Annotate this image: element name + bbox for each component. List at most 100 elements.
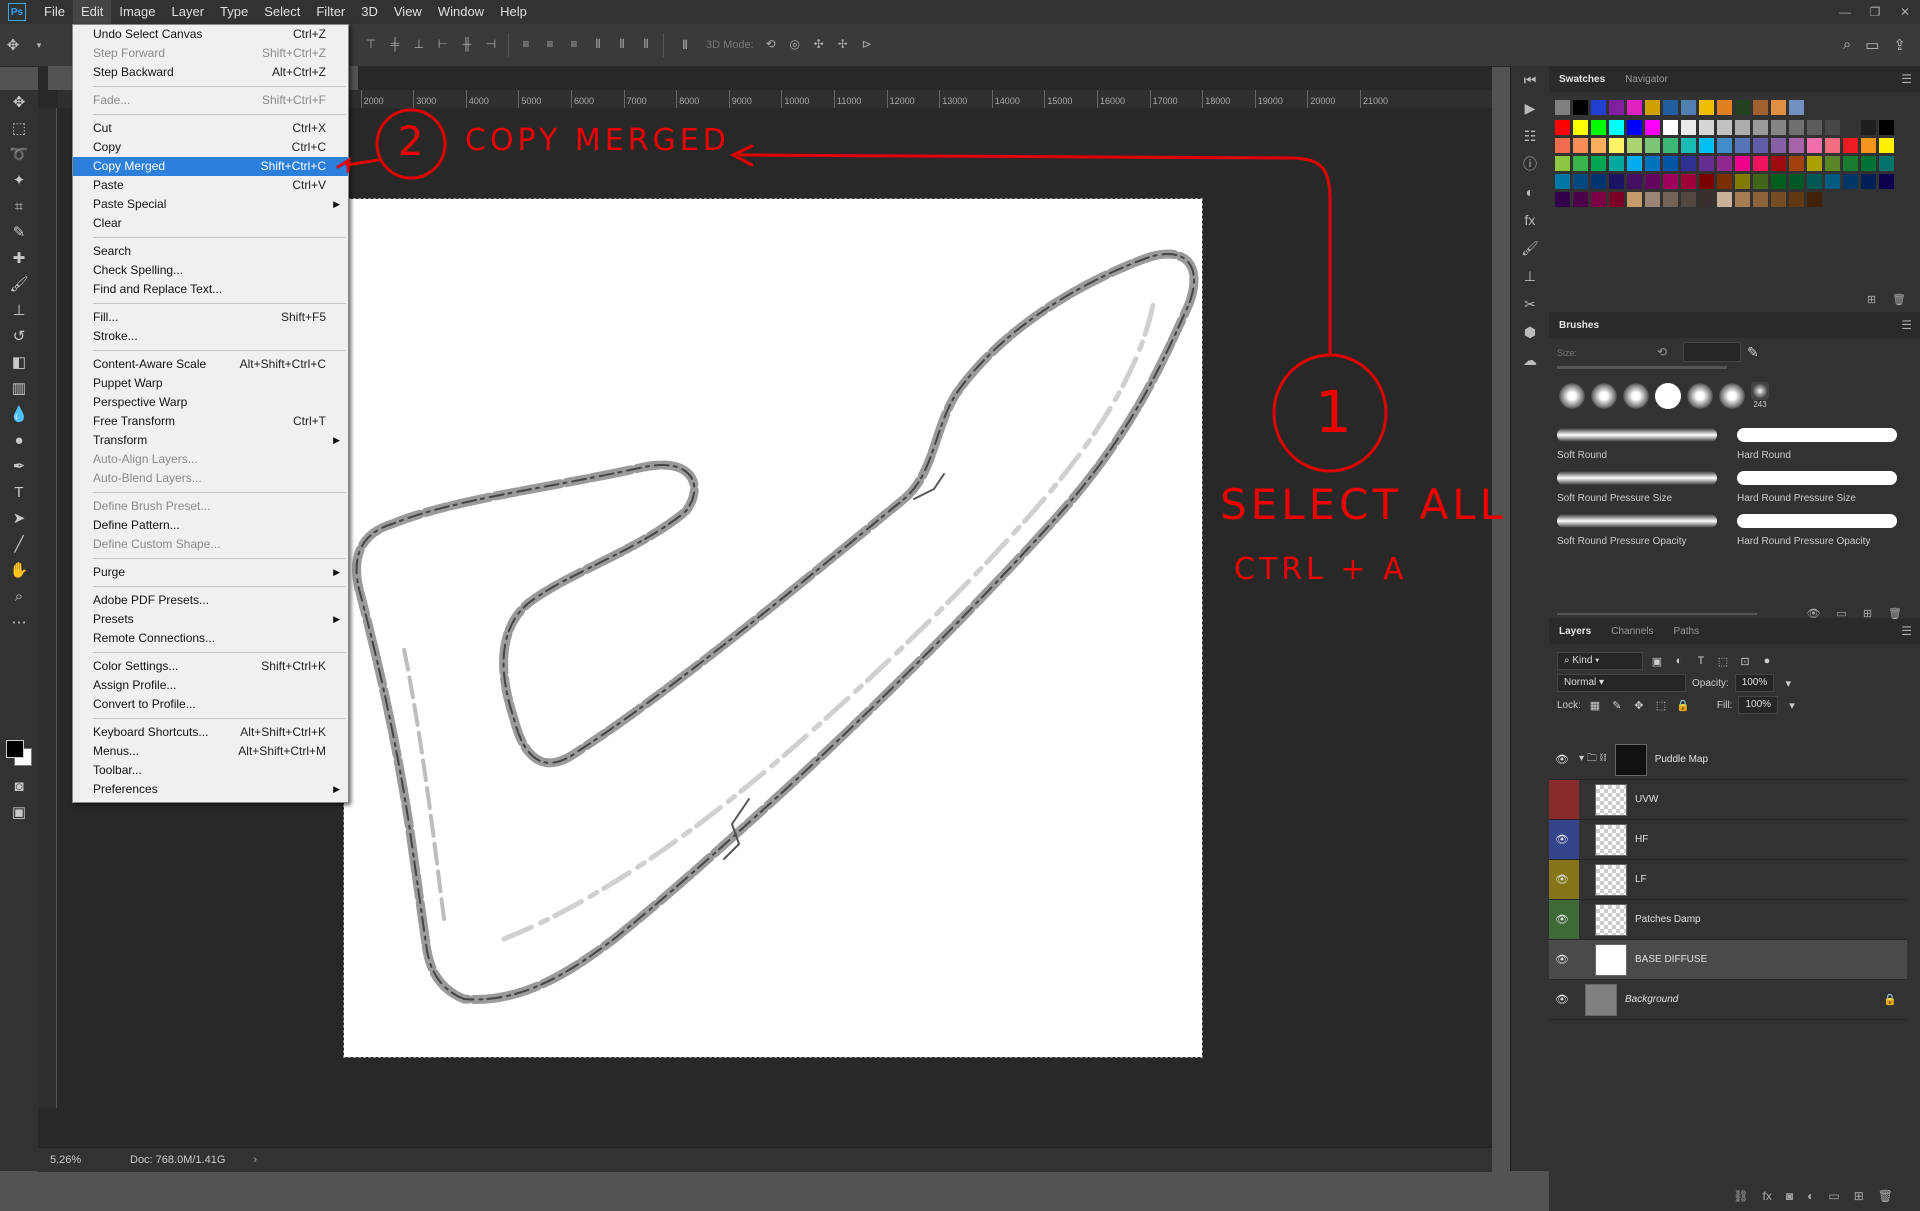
layer-mask-icon[interactable]: ◙ [1786,1189,1793,1203]
trash-icon[interactable]: 🗑 [1878,1189,1893,1203]
swatch[interactable] [1681,120,1696,135]
screen-mode-icon[interactable]: ▣ [0,800,38,826]
lock-artboard-icon[interactable]: ⬚ [1653,699,1669,712]
menu-item-copy[interactable]: Copy Ctrl+C [73,138,348,157]
foreground-color-swatch[interactable] [6,740,24,758]
swatch[interactable] [1753,156,1768,171]
brush-tip[interactable] [1655,382,1681,409]
actions-play-icon[interactable]: ▶ [1511,94,1549,122]
preview-size-slider[interactable] [1557,613,1757,615]
visibility-eye-icon[interactable]: 👁 [1549,833,1575,846]
swatch[interactable] [1717,100,1732,115]
brush-tip[interactable] [1559,382,1585,409]
brush-preset[interactable]: Soft Round Pressure Size [1557,471,1717,506]
menu-item-perspective-warp[interactable]: Perspective Warp [73,393,348,412]
swatch[interactable] [1627,156,1642,171]
opacity-input[interactable]: 100% [1734,674,1775,692]
swatch[interactable] [1627,138,1642,153]
layer-thumbnail[interactable] [1595,903,1627,936]
menu-item-preferences[interactable]: Preferences ▶ [73,780,348,799]
swatch[interactable] [1681,156,1696,171]
distribute-right-icon[interactable]: ⦀ [637,37,655,53]
filter-adjustment-icon[interactable]: ◐ [1671,655,1687,667]
swatch[interactable] [1645,120,1660,135]
new-swatch-icon[interactable]: ⊞ [1867,293,1876,306]
menu-help[interactable]: Help [492,0,535,24]
filter-smart-object-icon[interactable]: ⊡ [1737,655,1753,668]
swatch[interactable] [1591,174,1606,189]
layer-thumbnail[interactable] [1595,783,1627,816]
menu-item-step-backward[interactable]: Step Backward Alt+Ctrl+Z [73,63,348,82]
menu-edit[interactable]: Edit [72,0,112,24]
swatch[interactable] [1735,138,1750,153]
gradient-icon[interactable]: ▥ [0,376,38,402]
swatch[interactable] [1573,156,1588,171]
distribute-bottom-icon[interactable]: ≡ [565,37,583,53]
3d-slide-icon[interactable]: ✢ [834,37,852,53]
distribute-vcenter-icon[interactable]: ≡ [541,37,559,53]
menu-item-check-spelling[interactable]: Check Spelling... [73,261,348,280]
layer-name[interactable]: Puddle Map [1655,754,1907,765]
swatch[interactable] [1609,192,1624,207]
auto-align-icon[interactable]: ⦀ [672,38,698,53]
swatch[interactable] [1825,138,1840,153]
3d-pan-icon[interactable]: ✣ [810,37,828,53]
swatch[interactable] [1717,174,1732,189]
distribute-left-icon[interactable]: ⦀ [589,37,607,53]
swatch[interactable] [1555,138,1570,153]
swatch[interactable] [1825,174,1840,189]
distribute-hcenter-icon[interactable]: ⦀ [613,37,631,53]
zoom-tool-icon[interactable]: ⌕ [0,584,38,610]
swatch[interactable] [1861,156,1876,171]
eraser-icon[interactable]: ◧ [0,350,38,376]
swatch[interactable] [1717,156,1732,171]
swatch[interactable] [1825,156,1840,171]
swatch[interactable] [1807,174,1822,189]
healing-brush-icon[interactable]: ✚ [0,246,38,272]
menu-item-content-aware-scale[interactable]: Content-Aware Scale Alt+Shift+Ctrl+C [73,355,348,374]
brush-preset[interactable]: Soft Round Pressure Opacity [1557,514,1717,549]
swatch[interactable] [1555,120,1570,135]
tab-paths[interactable]: Paths [1664,626,1710,637]
swatch[interactable] [1591,156,1606,171]
swatch[interactable] [1663,192,1678,207]
brush-tip[interactable] [1687,382,1713,409]
move-tool-icon[interactable]: ✥ [0,90,38,116]
swatch[interactable] [1591,120,1606,135]
menu-item-stroke[interactable]: Stroke... [73,327,348,346]
move-tool-icon[interactable]: ✥ [0,36,26,54]
layer-name[interactable]: UVW [1635,794,1907,805]
swatch[interactable] [1591,192,1606,207]
swatch[interactable] [1699,138,1714,153]
visibility-eye-icon[interactable]: 👁 [1549,993,1575,1006]
lock-position-icon[interactable]: ✥ [1631,699,1647,712]
link-layers-icon[interactable]: ⛓ [1733,1189,1748,1203]
layer-row[interactable]: 👁 Background 🔒 [1549,980,1907,1020]
3d-panel-icon[interactable]: ⬢ [1511,318,1549,346]
tab-layers[interactable]: Layers [1549,626,1601,637]
swatch[interactable] [1789,156,1804,171]
properties-icon[interactable]: ☷ [1511,122,1549,150]
swatch[interactable] [1843,156,1858,171]
history-brush-icon[interactable]: ↺ [0,324,38,350]
brush-tip[interactable] [1591,382,1617,409]
menu-item-find-and-replace-text[interactable]: Find and Replace Text... [73,280,348,299]
menu-item-undo-select-canvas[interactable]: Undo Select Canvas Ctrl+Z [73,25,348,44]
chevron-right-icon[interactable]: › [225,1154,257,1166]
swatch[interactable] [1555,100,1570,115]
menu-select[interactable]: Select [256,0,308,24]
swatch[interactable] [1663,174,1678,189]
swatch[interactable] [1555,174,1570,189]
swatch[interactable] [1843,174,1858,189]
lasso-tool-icon[interactable]: ➰ [0,142,38,168]
panel-menu-icon[interactable]: ☰ [1901,624,1920,638]
swatch[interactable] [1789,100,1804,115]
trash-icon[interactable]: 🗑 [1888,607,1902,620]
swatch[interactable] [1753,100,1768,115]
swatch[interactable] [1735,174,1750,189]
align-right-icon[interactable]: ⊣ [482,37,500,53]
swatch[interactable] [1789,138,1804,153]
menu-item-transform[interactable]: Transform ▶ [73,431,348,450]
brush-tool-icon[interactable]: 🖌 [0,272,38,298]
swatch[interactable] [1771,138,1786,153]
